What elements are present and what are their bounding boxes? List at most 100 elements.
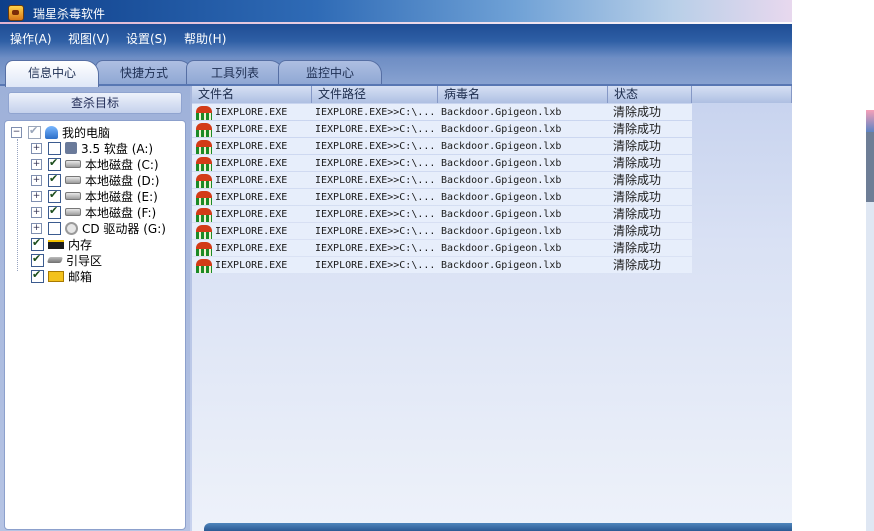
tree-label-drive-g: CD 驱动器 (G:) <box>82 221 166 236</box>
cell-file-name: IEXPLORE.EXE <box>215 243 288 254</box>
expand-icon[interactable]: + <box>31 206 42 218</box>
cell-status: 清除成功 <box>613 241 662 255</box>
expand-icon[interactable]: + <box>31 174 42 186</box>
background-window-titlebar <box>866 110 874 132</box>
checkbox-memory[interactable] <box>31 236 44 251</box>
cell-file-path: IEXPLORE.EXE>>C:\... <box>315 107 436 118</box>
checkbox-drive-c[interactable] <box>48 156 61 171</box>
cell-file-path: IEXPLORE.EXE>>C:\... <box>315 124 436 135</box>
cell-virus-name: Backdoor.Gpigeon.lxb <box>441 243 562 254</box>
table-row[interactable]: IEXPLORE.EXE IEXPLORE.EXE>>C:\... Backdoor… <box>192 172 692 189</box>
virus-icon <box>196 106 212 120</box>
expand-icon[interactable]: + <box>31 190 42 202</box>
scan-results-panel: 文件名 文件路径 病毒名 状态 IEXPLORE.EXE IEXPLORE.EXE… <box>192 86 792 531</box>
hard-disk-icon <box>65 160 81 168</box>
cell-file-name: IEXPLORE.EXE <box>215 209 288 220</box>
tree-node-my-computer[interactable]: − 我的电脑 <box>11 124 110 140</box>
checkbox-drive-a[interactable] <box>48 141 61 155</box>
table-row[interactable]: IEXPLORE.EXE IEXPLORE.EXE>>C:\... Backdoor… <box>192 138 692 155</box>
hard-disk-icon <box>65 192 81 200</box>
tree-label-mailbox: 邮箱 <box>68 269 93 284</box>
column-header-status[interactable]: 状态 <box>608 86 692 103</box>
table-row[interactable]: IEXPLORE.EXE IEXPLORE.EXE>>C:\... Backdoor… <box>192 104 692 121</box>
tree-node-memory[interactable]: 内存 <box>31 236 92 252</box>
table-row[interactable]: IEXPLORE.EXE IEXPLORE.EXE>>C:\... Backdoor… <box>192 121 692 138</box>
tree-connector-line <box>17 139 18 271</box>
menu-settings[interactable]: 设置(S) <box>126 30 167 47</box>
column-header-file-path[interactable]: 文件路径 <box>312 86 438 103</box>
checkbox-mailbox[interactable] <box>31 268 44 283</box>
virus-icon <box>196 140 212 154</box>
cell-file-path: IEXPLORE.EXE>>C:\... <box>315 209 436 220</box>
title-bar: 瑞星杀毒软件 <box>0 0 792 24</box>
table-row[interactable]: IEXPLORE.EXE IEXPLORE.EXE>>C:\... Backdoor… <box>192 223 692 240</box>
virus-icon <box>196 259 212 273</box>
menu-view[interactable]: 视图(V) <box>68 30 110 47</box>
tree-node-drive-c[interactable]: + 本地磁盘 (C:) <box>31 156 159 172</box>
column-header-virus-name[interactable]: 病毒名 <box>438 86 608 103</box>
expand-icon[interactable]: + <box>31 158 42 170</box>
checkbox-drive-e[interactable] <box>48 188 61 203</box>
expand-icon[interactable]: + <box>31 142 42 154</box>
cell-file-path: IEXPLORE.EXE>>C:\... <box>315 175 436 186</box>
status-bar <box>204 523 792 531</box>
tab-info-center[interactable]: 信息中心 <box>5 60 99 87</box>
background-window-edge <box>866 110 874 531</box>
hard-disk-icon <box>65 208 81 216</box>
table-row[interactable]: IEXPLORE.EXE IEXPLORE.EXE>>C:\... Backdoor… <box>192 240 692 257</box>
cell-status: 清除成功 <box>613 122 662 136</box>
scan-target-panel: 查杀目标 − 我的电脑 + 3.5 软盘 (A:) + 本地磁盘 (C:) <box>0 86 190 531</box>
column-header-file-name[interactable]: 文件名 <box>192 86 312 103</box>
cell-file-path: IEXPLORE.EXE>>C:\... <box>315 260 436 271</box>
table-row[interactable]: IEXPLORE.EXE IEXPLORE.EXE>>C:\... Backdoor… <box>192 206 692 223</box>
menu-operation[interactable]: 操作(A) <box>10 30 52 47</box>
tree-label-drive-c: 本地磁盘 (C:) <box>85 157 159 172</box>
table-row[interactable]: IEXPLORE.EXE IEXPLORE.EXE>>C:\... Backdoor… <box>192 257 692 274</box>
checkbox-my-computer[interactable] <box>28 124 41 139</box>
tree-node-boot-sector[interactable]: 引导区 <box>31 252 102 268</box>
cell-virus-name: Backdoor.Gpigeon.lxb <box>441 260 562 271</box>
tree-node-mailbox[interactable]: 邮箱 <box>31 268 92 284</box>
menu-help[interactable]: 帮助(H) <box>184 30 226 47</box>
checkbox-drive-d[interactable] <box>48 172 61 187</box>
tree-label-drive-e: 本地磁盘 (E:) <box>85 189 158 204</box>
virus-icon <box>196 225 212 239</box>
cell-virus-name: Backdoor.Gpigeon.lxb <box>441 124 562 135</box>
cell-file-path: IEXPLORE.EXE>>C:\... <box>315 243 436 254</box>
tab-monitor-center[interactable]: 监控中心 <box>278 60 382 85</box>
memory-icon <box>48 239 64 249</box>
checkbox-drive-f[interactable] <box>48 204 61 219</box>
cell-file-name: IEXPLORE.EXE <box>215 124 288 135</box>
cell-file-name: IEXPLORE.EXE <box>215 175 288 186</box>
tree-node-drive-g[interactable]: + CD 驱动器 (G:) <box>31 220 166 236</box>
tree-label-boot-sector: 引导区 <box>66 253 103 268</box>
cell-status: 清除成功 <box>613 207 662 221</box>
cell-file-path: IEXPLORE.EXE>>C:\... <box>315 141 436 152</box>
tab-shortcuts[interactable]: 快捷方式 <box>95 60 193 85</box>
cell-status: 清除成功 <box>613 105 662 119</box>
tree-node-drive-e[interactable]: + 本地磁盘 (E:) <box>31 188 158 204</box>
cell-file-name: IEXPLORE.EXE <box>215 107 288 118</box>
cell-file-path: IEXPLORE.EXE>>C:\... <box>315 192 436 203</box>
window-title: 瑞星杀毒软件 <box>33 7 106 21</box>
boot-sector-icon <box>46 257 64 263</box>
virus-icon <box>196 242 212 256</box>
tree-node-drive-f[interactable]: + 本地磁盘 (F:) <box>31 204 156 220</box>
expand-icon[interactable]: + <box>31 222 42 234</box>
tab-tool-list[interactable]: 工具列表 <box>186 60 284 85</box>
collapse-icon[interactable]: − <box>11 126 22 138</box>
tree-node-drive-a[interactable]: + 3.5 软盘 (A:) <box>31 140 153 156</box>
tree-node-drive-d[interactable]: + 本地磁盘 (D:) <box>31 172 159 188</box>
cell-status: 清除成功 <box>613 224 662 238</box>
checkbox-drive-g[interactable] <box>48 221 61 235</box>
tree-label-drive-d: 本地磁盘 (D:) <box>85 173 160 188</box>
column-header-filler <box>692 86 792 103</box>
table-row[interactable]: IEXPLORE.EXE IEXPLORE.EXE>>C:\... Backdoor… <box>192 155 692 172</box>
rising-lion-logo-icon <box>8 5 24 21</box>
cell-virus-name: Backdoor.Gpigeon.lxb <box>441 209 562 220</box>
floppy-icon <box>65 142 77 154</box>
table-row[interactable]: IEXPLORE.EXE IEXPLORE.EXE>>C:\... Backdoor… <box>192 189 692 206</box>
cell-file-name: IEXPLORE.EXE <box>215 260 288 271</box>
checkbox-boot-sector[interactable] <box>31 252 44 267</box>
cell-virus-name: Backdoor.Gpigeon.lxb <box>441 158 562 169</box>
